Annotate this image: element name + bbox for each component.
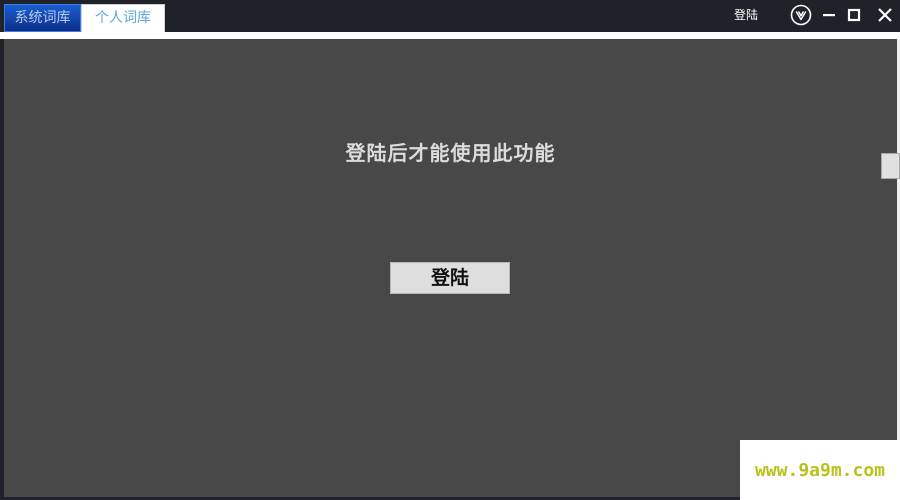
watermark-text: www.9a9m.com	[754, 459, 886, 481]
minimize-button[interactable]	[818, 4, 840, 26]
skin-button[interactable]	[790, 4, 812, 26]
title-bar: 系统词库 个人词库 登陆	[0, 0, 900, 32]
watermark: www.9a9m.com	[740, 440, 900, 500]
close-icon	[878, 8, 892, 22]
titlebar-divider	[0, 32, 900, 39]
maximize-icon	[847, 8, 861, 22]
tab-personal-lexicon[interactable]: 个人词库	[81, 4, 165, 32]
maximize-button[interactable]	[843, 4, 865, 26]
tab-personal-lexicon-label: 个人词库	[95, 10, 151, 26]
tab-system-lexicon-label: 系统词库	[14, 10, 71, 26]
titlebar-login-link[interactable]: 登陆	[722, 6, 770, 24]
close-button[interactable]	[874, 4, 896, 26]
minimize-icon	[823, 14, 835, 17]
login-required-message: 登陆后才能使用此功能	[345, 141, 556, 165]
login-button[interactable]: 登陆	[390, 262, 510, 294]
personal-lexicon-panel: 登陆后才能使用此功能 登陆	[4, 39, 897, 497]
tab-system-lexicon[interactable]: 系统词库	[4, 4, 81, 32]
app-window: 系统词库 个人词库 登陆 登陆后才能使用此功能 登陆 www.9a9m.com	[0, 0, 900, 500]
v-circle-icon	[790, 4, 812, 26]
scrollbar-handle[interactable]	[881, 153, 900, 179]
